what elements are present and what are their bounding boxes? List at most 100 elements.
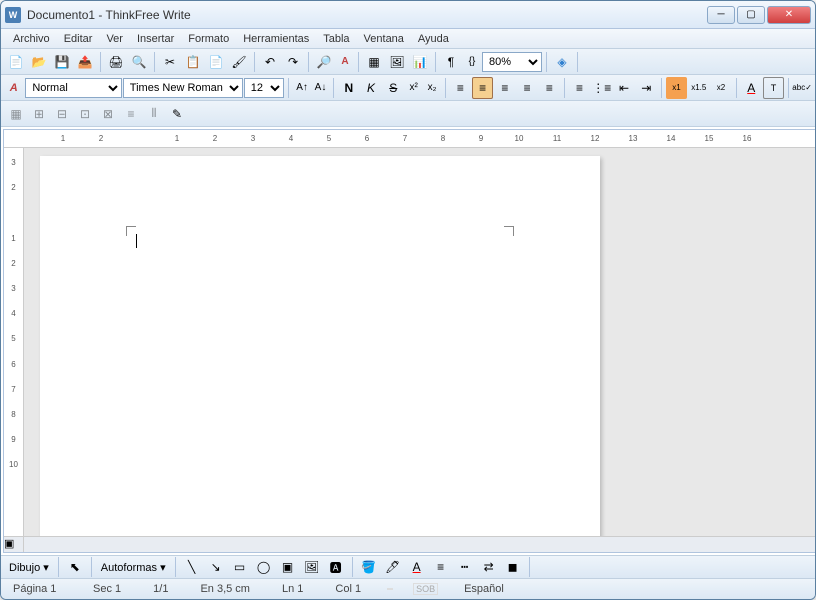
rectangle-icon[interactable]: ▭	[229, 556, 251, 578]
insert-row-icon[interactable]: ⊡	[74, 103, 96, 125]
menu-ver[interactable]: Ver	[100, 31, 129, 47]
new-icon[interactable]: 📄	[5, 51, 27, 73]
spellcheck-icon[interactable]: abc✓	[793, 77, 811, 99]
status-mode1[interactable]	[387, 588, 393, 590]
margin-marker-tl	[126, 226, 136, 236]
dash-style-icon[interactable]: ┅	[454, 556, 476, 578]
bold-icon[interactable]: N	[338, 77, 359, 99]
status-column: Col 1	[329, 583, 367, 595]
bullet-list-icon[interactable]: ⋮≡	[591, 77, 612, 99]
subscript-icon[interactable]: x₂	[423, 77, 440, 99]
app-window: W Documento1 - ThinkFree Write ─ ▢ ✕ Arc…	[0, 0, 816, 600]
app-icon: W	[5, 7, 21, 23]
replace-icon[interactable]: A	[336, 51, 354, 73]
menu-formato[interactable]: Formato	[182, 31, 235, 47]
export-icon[interactable]: 📤	[74, 51, 96, 73]
font-color-draw-icon[interactable]: A	[406, 556, 428, 578]
oval-icon[interactable]: ◯	[253, 556, 275, 578]
style-select[interactable]: Normal	[25, 78, 121, 98]
line-spacing-2-icon[interactable]: x2	[710, 77, 731, 99]
line-color-icon[interactable]: 🖊	[382, 556, 404, 578]
open-icon[interactable]: 📂	[28, 51, 50, 73]
fill-color-icon[interactable]: 🪣	[358, 556, 380, 578]
vertical-ruler[interactable]: 3212345678910	[4, 148, 24, 536]
align-justify-icon[interactable]: ≡	[516, 77, 537, 99]
menu-herramientas[interactable]: Herramientas	[237, 31, 315, 47]
menu-ayuda[interactable]: Ayuda	[412, 31, 455, 47]
menu-editar[interactable]: Editar	[58, 31, 99, 47]
insert-image-icon[interactable]: 🖼	[301, 556, 323, 578]
align-center-icon[interactable]: ≡	[472, 77, 493, 99]
decrease-indent-icon[interactable]: ⇤	[613, 77, 634, 99]
line-style-icon[interactable]: ≡	[430, 556, 452, 578]
select-object-icon[interactable]: ⬉	[64, 556, 86, 578]
status-section: Sec 1	[87, 583, 127, 595]
pencil-icon[interactable]: ✎	[166, 103, 188, 125]
close-button[interactable]: ✕	[767, 6, 811, 24]
line-icon[interactable]: ╲	[181, 556, 203, 578]
menu-archivo[interactable]: Archivo	[7, 31, 56, 47]
arrow-style-icon[interactable]: ⇄	[478, 556, 500, 578]
shadow-icon[interactable]: ◼	[502, 556, 524, 578]
align-left-icon[interactable]: ≡	[450, 77, 471, 99]
paste-icon[interactable]: 📄	[205, 51, 227, 73]
font-select[interactable]: Times New Roman	[123, 78, 243, 98]
zoom-select[interactable]: 80%	[482, 52, 542, 72]
cut-icon[interactable]: ✂	[159, 51, 181, 73]
view-mode-tab[interactable]: ▣	[4, 537, 24, 552]
find-icon[interactable]: 🔎	[313, 51, 335, 73]
document-page[interactable]	[40, 156, 600, 536]
undo-icon[interactable]: ↶	[259, 51, 281, 73]
draw-menu[interactable]: Dibujo ▾	[5, 561, 53, 574]
align-right-icon[interactable]: ≡	[494, 77, 515, 99]
field-codes-icon[interactable]: {}	[463, 51, 481, 73]
wordart-icon[interactable]: 🅰	[325, 556, 347, 578]
format-painter-icon[interactable]: 🖌	[228, 51, 250, 73]
font-color-icon[interactable]: A	[741, 77, 762, 99]
show-marks-icon[interactable]: ¶	[440, 51, 462, 73]
distribute-rows-icon[interactable]: ≡	[120, 103, 142, 125]
superscript-icon[interactable]: x²	[405, 77, 422, 99]
menu-tabla[interactable]: Tabla	[317, 31, 355, 47]
autoshapes-menu[interactable]: Autoformas ▾	[97, 561, 170, 574]
redo-icon[interactable]: ↷	[282, 51, 304, 73]
chart-icon[interactable]: 📊	[409, 51, 431, 73]
merge-cells-icon[interactable]: ⊞	[28, 103, 50, 125]
page-scroll-area[interactable]	[24, 148, 815, 536]
status-overwrite[interactable]: SOB	[413, 583, 438, 595]
italic-icon[interactable]: K	[360, 77, 381, 99]
image-icon[interactable]: 🖼	[386, 51, 408, 73]
status-page-count: 1/1	[147, 583, 174, 595]
align-distribute-icon[interactable]: ≡	[539, 77, 560, 99]
horizontal-ruler[interactable]: 121234567891011121314151617	[4, 130, 815, 148]
textbox-icon[interactable]: ▣	[277, 556, 299, 578]
strike-icon[interactable]: S	[383, 77, 404, 99]
horizontal-scrollbar[interactable]: ▣	[4, 536, 815, 552]
copy-icon[interactable]: 📋	[182, 51, 204, 73]
distribute-cols-icon[interactable]: ⦀	[143, 103, 165, 125]
window-title: Documento1 - ThinkFree Write	[27, 8, 707, 22]
preview-icon[interactable]: 🔍	[128, 51, 150, 73]
menu-ventana[interactable]: Ventana	[358, 31, 410, 47]
status-language[interactable]: Español	[458, 583, 510, 595]
maximize-button[interactable]: ▢	[737, 6, 765, 24]
document-area: 121234567891011121314151617 321234567891…	[3, 129, 815, 553]
menu-insertar[interactable]: Insertar	[131, 31, 180, 47]
line-spacing-1-icon[interactable]: x1	[666, 77, 687, 99]
char-border-icon[interactable]: T	[763, 77, 784, 99]
increase-indent-icon[interactable]: ⇥	[636, 77, 657, 99]
numbered-list-icon[interactable]: ≡	[569, 77, 590, 99]
help-icon[interactable]: ◈	[551, 51, 573, 73]
insert-table-icon[interactable]: ▦	[5, 103, 27, 125]
print-icon[interactable]: 🖨	[105, 51, 127, 73]
line-spacing-15-icon[interactable]: x1.5	[688, 77, 709, 99]
delete-row-icon[interactable]: ⊠	[97, 103, 119, 125]
grow-font-icon[interactable]: A↑	[293, 77, 310, 99]
save-icon[interactable]: 💾	[51, 51, 73, 73]
arrow-icon[interactable]: ↘	[205, 556, 227, 578]
split-cells-icon[interactable]: ⊟	[51, 103, 73, 125]
size-select[interactable]: 12	[244, 78, 285, 98]
shrink-font-icon[interactable]: A↓	[312, 77, 329, 99]
table-icon[interactable]: ▦	[363, 51, 385, 73]
minimize-button[interactable]: ─	[707, 6, 735, 24]
